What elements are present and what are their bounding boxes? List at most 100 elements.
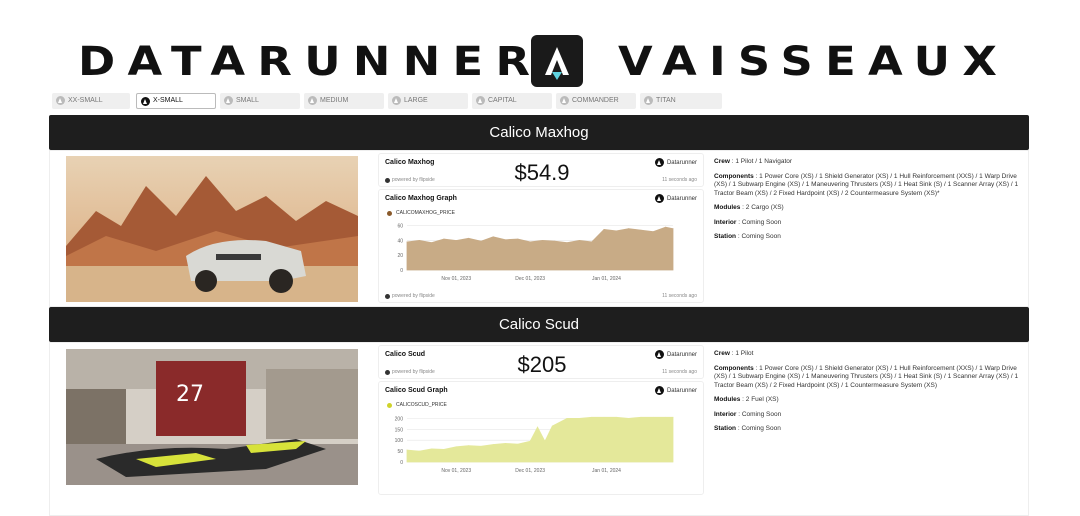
data-point	[579, 240, 580, 241]
y-tick-label: 0	[400, 268, 403, 274]
datarunner-icon	[654, 194, 664, 203]
updated-time: 11 seconds ago	[662, 369, 697, 375]
tab-large[interactable]: LARGE	[388, 93, 468, 109]
tab-commander[interactable]: COMMANDER	[556, 93, 636, 109]
tab-small[interactable]: SMALL	[220, 93, 300, 109]
svg-text:27: 27	[176, 382, 204, 407]
data-point	[431, 448, 433, 450]
data-point	[505, 443, 506, 444]
tab-titan[interactable]: TITAN	[640, 93, 722, 109]
updated-time: 11 seconds ago	[662, 293, 697, 299]
powered-by-link[interactable]: powered by flipside	[385, 293, 435, 299]
data-point	[591, 241, 593, 243]
y-tick-label: 60	[397, 224, 403, 230]
data-point	[652, 416, 654, 418]
ship-specs: Crew : 1 Pilot Components : 1 Power Core…	[714, 350, 1024, 440]
data-point	[492, 236, 494, 238]
brand-vaisseaux: VAISSEAUX	[618, 39, 1010, 85]
data-point	[640, 416, 642, 418]
data-point	[455, 240, 457, 241]
datarunner-icon	[56, 96, 65, 105]
data-point	[603, 416, 605, 418]
brand-banner: DATARUNNER VAISSEAUX	[0, 30, 1080, 94]
y-tick-label: 150	[395, 427, 404, 433]
series-area	[406, 226, 674, 271]
price-chart[interactable]: 0 20 40 60 Nov 01, 2023 Dec 01, 2023 Jan 01, 2…	[379, 218, 705, 290]
powered-by-link[interactable]: powered by flipside	[385, 369, 435, 375]
flipside-icon	[385, 369, 390, 375]
ship-title-bar: Calico Maxhog	[49, 115, 1029, 150]
data-point	[544, 440, 546, 442]
spec-crew: Crew : 1 Pilot / 1 Navigator	[714, 158, 793, 165]
data-point	[418, 450, 420, 452]
data-point	[418, 240, 420, 241]
datarunner-icon	[308, 96, 317, 105]
spec-station: Station : Coming Soon	[714, 233, 781, 240]
data-point	[591, 416, 593, 418]
chart-legend[interactable]: CALICOSCUD_PRICE	[387, 402, 447, 408]
spec-station: Station : Coming Soon	[714, 425, 781, 432]
data-point	[628, 417, 630, 419]
data-point	[640, 229, 642, 231]
data-point	[468, 237, 469, 239]
datarunner-logo-icon[interactable]	[531, 35, 583, 87]
chart-legend[interactable]: CALICOMAXHOG_PRICE	[387, 210, 455, 216]
data-point	[603, 228, 605, 230]
spec-modules: Modules : 2 Fuel (XS)	[714, 396, 779, 403]
data-point	[431, 242, 433, 244]
tab-medium[interactable]: MEDIUM	[304, 93, 384, 109]
data-point	[468, 445, 469, 447]
data-point	[615, 416, 617, 418]
brand-datarunner: DATARUNNER	[78, 39, 543, 85]
datarunner-icon	[224, 96, 233, 105]
legend-marker	[387, 210, 392, 216]
datarunner-icon	[141, 97, 150, 106]
y-tick-label: 0	[400, 460, 403, 466]
tab-capital[interactable]: CAPITAL	[472, 93, 552, 109]
spec-interior: Interior : Coming Soon	[714, 410, 782, 418]
y-tick-label: 40	[397, 238, 403, 244]
data-point	[566, 417, 568, 419]
tab-x-small[interactable]: X-SMALL	[136, 93, 216, 109]
y-tick-label: 100	[395, 438, 404, 444]
data-point	[529, 440, 531, 442]
data-point	[443, 448, 445, 450]
data-point	[517, 238, 519, 240]
y-tick-label: 20	[397, 253, 403, 259]
data-point	[672, 228, 674, 230]
data-point	[672, 416, 674, 418]
y-tick-label: 50	[397, 449, 403, 455]
data-point	[480, 445, 482, 447]
ship-specs: Crew : 1 Pilot / 1 Navigator Components …	[714, 158, 1024, 248]
data-point	[551, 425, 553, 427]
datarunner-icon	[392, 96, 401, 105]
data-point	[529, 241, 531, 243]
data-point	[579, 417, 580, 419]
data-point	[443, 238, 445, 240]
data-point	[628, 228, 630, 230]
data-point	[554, 240, 556, 242]
data-point	[537, 426, 538, 428]
datarunner-icon	[476, 96, 485, 105]
spec-crew: Crew : 1 Pilot	[714, 350, 754, 357]
datarunner-icon	[654, 386, 664, 395]
price-widget: Calico Scud Datarunner $205 powered by f…	[378, 345, 704, 379]
price-chart[interactable]: 0 50 100 150 200 Nov 01, 2023 Dec 01, 2023 Jan …	[379, 410, 705, 482]
data-point	[455, 446, 457, 448]
data-point	[492, 444, 494, 445]
ship-image-calico-maxhog	[66, 156, 358, 302]
data-point	[566, 242, 568, 244]
x-tick-label: Dec 01, 2023	[515, 276, 545, 282]
series-area	[406, 416, 674, 463]
graph-widget: Calico Scud Graph Datarunner CALICOSCUD_…	[378, 381, 704, 495]
x-tick-label: Nov 01, 2023	[441, 468, 471, 474]
tab-xx-small[interactable]: XX-SMALL	[52, 93, 130, 109]
x-tick-label: Dec 01, 2023	[515, 468, 545, 474]
x-tick-label: Jan 01, 2024	[592, 468, 621, 474]
data-point	[615, 230, 617, 232]
x-tick-label: Nov 01, 2023	[441, 276, 471, 282]
source-label: Datarunner	[654, 386, 697, 395]
data-point	[665, 416, 667, 418]
graph-widget-title: Calico Scud Graph	[385, 387, 448, 394]
powered-by-link[interactable]: powered by flipside	[385, 177, 435, 183]
